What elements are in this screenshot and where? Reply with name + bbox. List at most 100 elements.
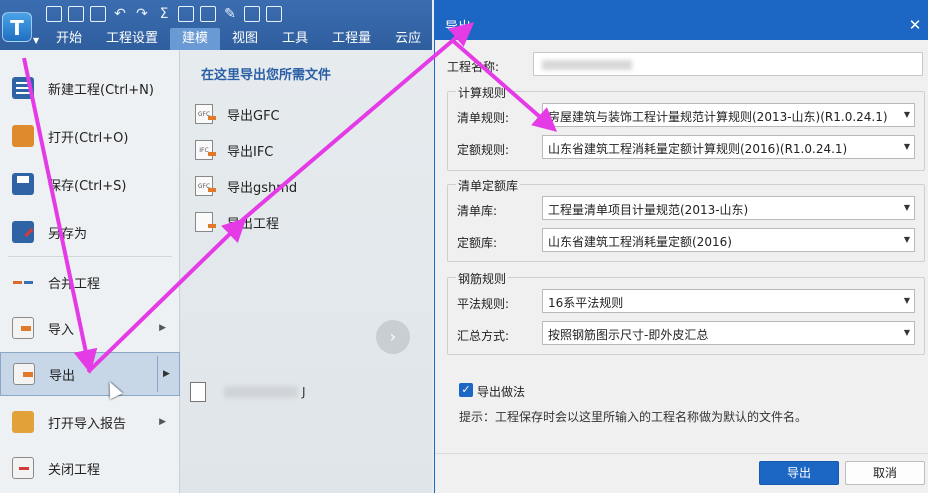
flat-rule-select[interactable]: 16系平法规则 ▼ [542, 289, 915, 313]
select-value: 16系平法规则 [548, 296, 624, 310]
export-icon [13, 363, 35, 385]
menu-item-open-import-report[interactable]: 打开导入报告 ▶ [0, 400, 180, 444]
submenu-item-export-gfc[interactable]: GFC 导出GFC [195, 102, 280, 126]
export-button[interactable]: 导出 [759, 461, 839, 485]
open-file-icon[interactable] [68, 6, 84, 22]
pen-icon[interactable]: ✎ [222, 6, 238, 22]
menu-item-label: 导出 [49, 368, 76, 384]
save-icon[interactable] [90, 6, 106, 22]
menu-item-label: 打开导入报告 [48, 416, 127, 432]
save-icon [12, 173, 34, 195]
cancel-button[interactable]: 取消 [845, 461, 925, 485]
submenu-item-label: 导出gshmd [227, 180, 298, 196]
tab-tools[interactable]: 工具 [270, 28, 320, 50]
bill-rule-select[interactable]: 房屋建筑与装饰工程计量规范计算规则(2013-山东)(R1.0.24.1) ▼ [542, 103, 915, 127]
report-tool-icon[interactable] [178, 6, 194, 22]
hint-text: 提示：工程保存时会以这里所输入的工程名称做为默认的文件名。 [459, 410, 808, 424]
menu-item-label: 新建工程(Ctrl+N) [48, 82, 154, 98]
export-dialog: 导出 ✕ 工程名称: 计算规则 清单规则: 房屋建筑与装饰工程计量规范计算规则(… [434, 0, 928, 493]
ribbon-tabs: 开始 工程设置 建模 视图 工具 工程量 云应 [44, 28, 432, 50]
tab-start[interactable]: 开始 [44, 28, 94, 50]
new-project-icon [12, 77, 34, 99]
tab-cloud[interactable]: 云应 [383, 28, 432, 50]
bill-lib-select[interactable]: 工程量清单项目计量规范(2013-山东) ▼ [542, 196, 915, 220]
summary-select[interactable]: 按照钢筋图示尺寸-即外皮汇总 ▼ [542, 321, 915, 345]
export-method-checkbox[interactable]: ✓ [459, 383, 473, 397]
sum-icon[interactable]: Σ [156, 6, 172, 22]
quota-lib-label: 定额库: [457, 236, 498, 250]
submenu-item-export-gshmd[interactable]: GFC 导出gshmd [195, 174, 297, 198]
group-title: 钢筋规则 [456, 270, 509, 287]
menu-item-label: 保存(Ctrl+S) [48, 178, 127, 194]
quota-rule-select[interactable]: 山东省建筑工程消耗量定额计算规则(2016)(R1.0.24.1) ▼ [542, 135, 915, 159]
close-icon[interactable]: ✕ [907, 16, 923, 34]
tab-modeling[interactable]: 建模 [170, 28, 221, 50]
menu-item-label: 导入 [48, 322, 75, 338]
export-method-label: 导出做法 [477, 385, 526, 399]
select-value: 房屋建筑与装饰工程计量规范计算规则(2013-山东)(R1.0.24.1) [548, 110, 888, 124]
tab-quantities[interactable]: 工程量 [320, 28, 383, 50]
grid-tool-icon[interactable] [244, 6, 260, 22]
open-folder-icon [12, 125, 34, 147]
submenu-header: 在这里导出您所需文件 [201, 68, 332, 83]
application-window: T ▼ ↶ ↷ Σ ✎ 开始 工程设置 建模 视图 工具 工程量 云应 新建工程… [0, 0, 432, 493]
quota-lib-select[interactable]: 山东省建筑工程消耗量定额(2016) ▼ [542, 228, 915, 252]
select-value: 按照钢筋图示尺寸-即外皮汇总 [548, 328, 709, 342]
recent-file-item[interactable]: J [190, 382, 306, 402]
report-icon [12, 411, 34, 433]
project-file-icon [195, 212, 216, 232]
ifc-file-icon: IFC [195, 140, 216, 160]
chevron-down-icon: ▼ [903, 328, 910, 337]
select-value: 工程量清单项目计量规范(2013-山东) [548, 203, 749, 217]
menu-item-open[interactable]: 打开(Ctrl+O) [0, 114, 180, 158]
table-tool-icon[interactable] [200, 6, 216, 22]
tab-project-settings[interactable]: 工程设置 [94, 28, 170, 50]
file-icon [190, 382, 206, 402]
undo-icon[interactable]: ↶ [112, 6, 128, 22]
chevron-down-icon: ▼ [903, 110, 910, 119]
dialog-titlebar: 导出 ✕ [435, 0, 928, 40]
project-name-label: 工程名称: [447, 60, 500, 74]
chevron-right-icon: ▶ [159, 417, 166, 427]
submenu-item-label: 导出工程 [227, 216, 280, 232]
group-title: 计算规则 [456, 84, 509, 101]
submenu-item-export-ifc[interactable]: IFC 导出IFC [195, 138, 273, 162]
tab-view[interactable]: 视图 [220, 28, 270, 50]
import-icon [12, 317, 34, 339]
close-project-icon [12, 457, 34, 479]
menu-item-label: 另存为 [48, 226, 88, 242]
menu-item-save-as[interactable]: 另存为 [0, 210, 180, 254]
dialog-title: 导出 [445, 20, 472, 35]
submenu-arrow-button[interactable]: ▶ [157, 356, 175, 392]
chevron-down-icon: ▼ [903, 142, 910, 151]
menu-item-new-project[interactable]: 新建工程(Ctrl+N) [0, 66, 180, 110]
flat-rule-label: 平法规则: [457, 297, 510, 311]
recent-file-suffix: J [302, 385, 306, 399]
quota-rule-label: 定额规则: [457, 143, 510, 157]
menu-item-import[interactable]: 导入 ▶ [0, 306, 180, 350]
app-logo-button[interactable]: T [2, 12, 32, 42]
submenu-item-export-project[interactable]: 导出工程 [195, 210, 279, 234]
menu-item-label: 关闭工程 [48, 462, 101, 478]
export-submenu: 在这里导出您所需文件 GFC 导出GFC IFC 导出IFC GFC 导出gsh… [181, 50, 432, 493]
menu-item-close-project[interactable]: 关闭工程 [0, 446, 180, 490]
save-as-icon [12, 221, 34, 243]
chevron-down-icon: ▼ [903, 203, 910, 212]
menu-item-save[interactable]: 保存(Ctrl+S) [0, 162, 180, 206]
blurred-file-name [224, 386, 298, 398]
project-name-input[interactable] [533, 52, 923, 76]
quick-access-toolbar: ↶ ↷ Σ ✎ [46, 4, 282, 24]
ribbon-toolbar: T ▼ ↶ ↷ Σ ✎ 开始 工程设置 建模 视图 工具 工程量 云应 [0, 0, 432, 50]
new-file-icon[interactable] [46, 6, 62, 22]
merge-icon [12, 271, 34, 293]
gfc-file-icon: GFC [195, 104, 216, 124]
next-page-button[interactable]: › [376, 320, 410, 354]
logo-caret-icon: ▼ [33, 36, 40, 45]
menu-item-export[interactable]: 导出 ▶ [0, 352, 180, 396]
redo-icon[interactable]: ↷ [134, 6, 150, 22]
select-value: 山东省建筑工程消耗量定额(2016) [548, 235, 732, 249]
settings-tool-icon[interactable] [266, 6, 282, 22]
menu-item-label: 打开(Ctrl+O) [48, 130, 129, 146]
group-title: 清单定额库 [456, 177, 521, 194]
menu-item-merge[interactable]: 合并工程 [0, 260, 180, 304]
